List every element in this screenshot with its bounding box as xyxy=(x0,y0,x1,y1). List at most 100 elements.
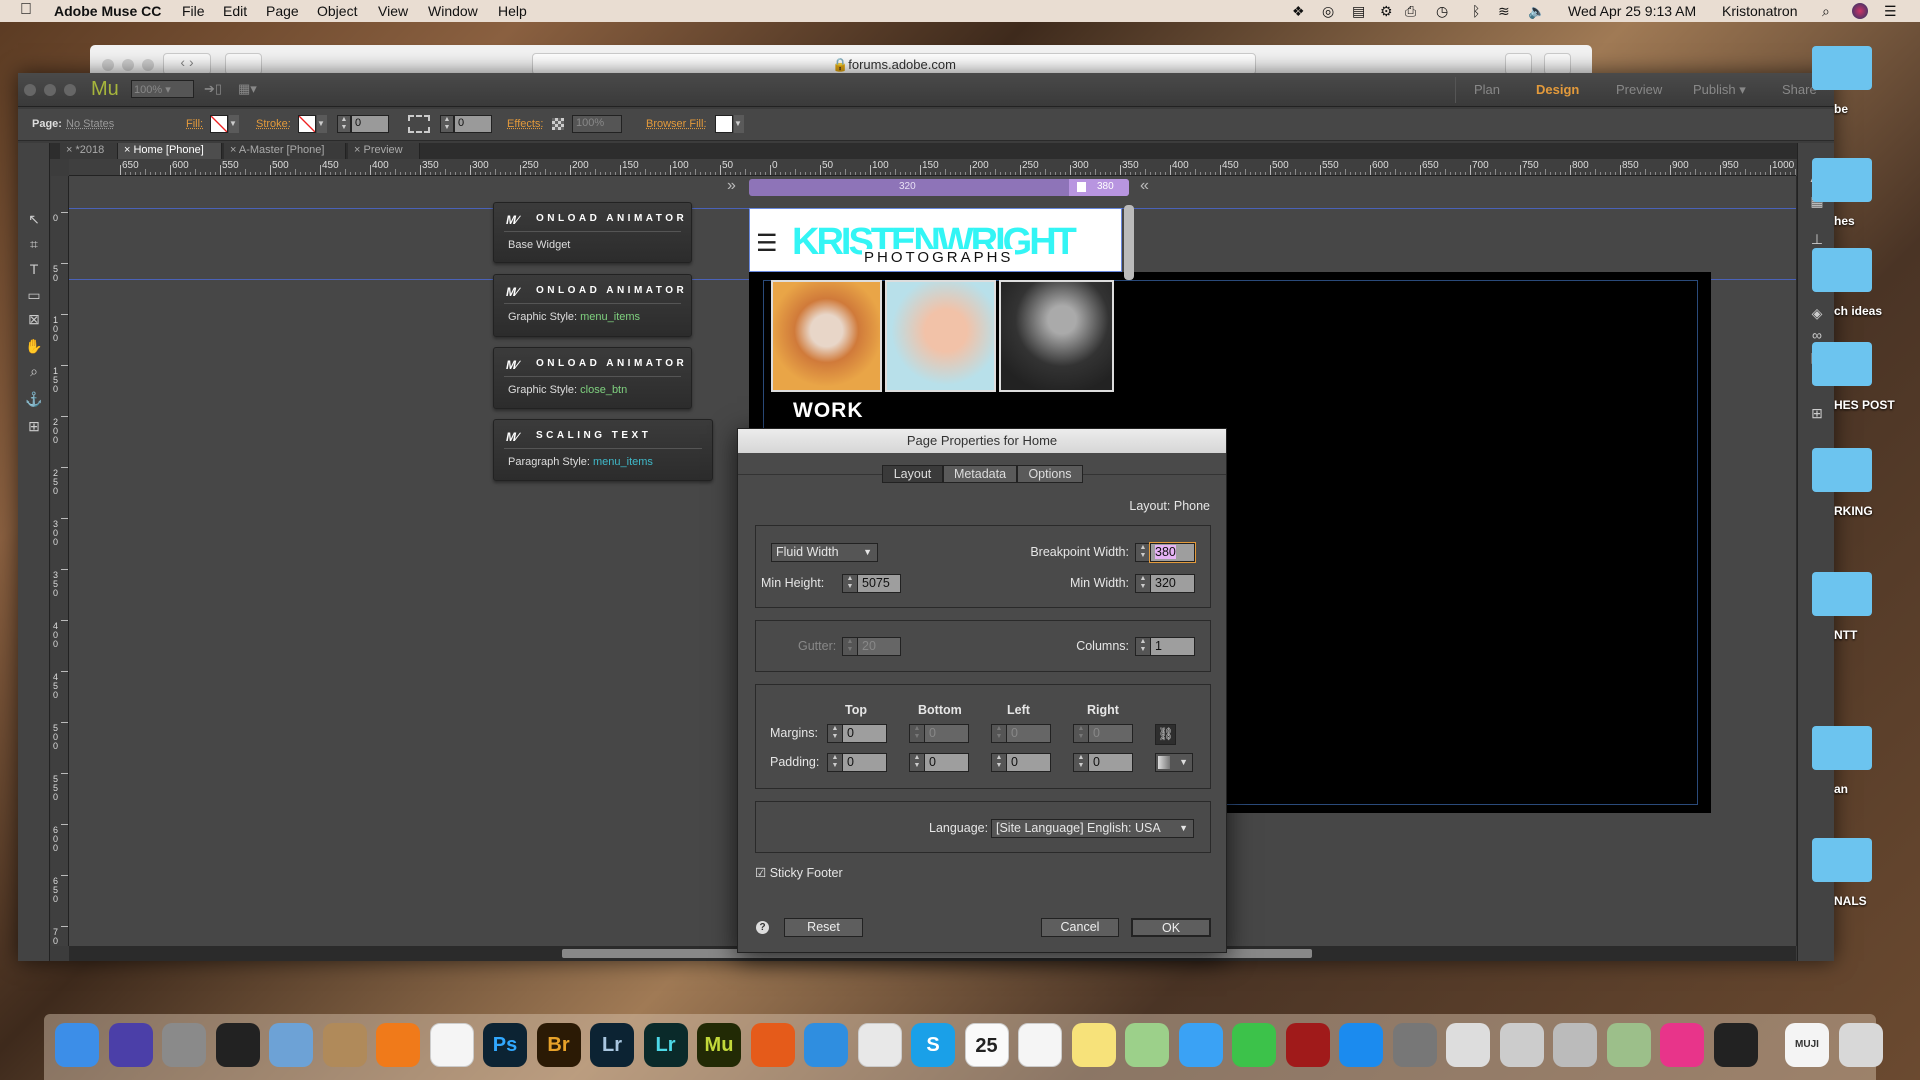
margins-top-stepper[interactable]: ▲ ▼ xyxy=(827,724,842,743)
close-button[interactable] xyxy=(24,84,36,96)
padding-right-input[interactable]: 0 xyxy=(1088,753,1133,772)
dock-activity-monitor-icon[interactable] xyxy=(215,1023,260,1067)
anchor-tool-icon[interactable]: ⚓ xyxy=(24,389,44,409)
menu-page[interactable]: Page xyxy=(266,3,299,19)
reset-button[interactable]: Reset xyxy=(784,918,863,937)
dock-skype-icon[interactable]: S xyxy=(911,1023,955,1067)
dock-ibooks-icon[interactable] xyxy=(376,1023,420,1067)
desktop-folder-label[interactable]: hes xyxy=(1834,214,1855,228)
work-image-1[interactable] xyxy=(771,280,882,392)
zoom-button[interactable] xyxy=(64,84,76,96)
rectangle-tool-icon[interactable]: ▭ xyxy=(24,285,44,305)
expand-right-icon[interactable]: « xyxy=(1140,177,1149,195)
image-frame-tool-icon[interactable]: ⊠ xyxy=(24,309,44,329)
tabs-button[interactable] xyxy=(1544,53,1571,75)
work-image-2[interactable] xyxy=(885,280,996,392)
back-forward-buttons[interactable]: ‹ › xyxy=(163,53,211,75)
widget-panel[interactable]: M∕ SCALING TEXT Paragraph Style: menu_item… xyxy=(493,419,713,481)
siri-icon[interactable] xyxy=(1852,3,1868,19)
minimize-button[interactable] xyxy=(122,59,134,71)
dock-photos-icon[interactable] xyxy=(429,1023,474,1067)
page-states[interactable]: No States xyxy=(66,118,114,130)
desktop-folder-label[interactable]: RKING xyxy=(1834,504,1873,518)
expand-left-icon[interactable]: » xyxy=(727,177,736,195)
creative-cloud-icon[interactable]: ◎ xyxy=(1322,3,1334,20)
close-button[interactable] xyxy=(102,59,114,71)
dropbox-icon[interactable]: ❖ xyxy=(1292,3,1305,20)
dock-preview-2-icon[interactable] xyxy=(1553,1023,1597,1067)
tab-preview[interactable]: × Preview xyxy=(348,143,420,159)
effects-label[interactable]: Effects: xyxy=(507,118,543,130)
bluetooth-icon[interactable]: ᛒ xyxy=(1472,3,1480,19)
browser-fill-swatch[interactable] xyxy=(715,115,733,133)
layout-icon[interactable]: ▦▾ xyxy=(238,81,257,97)
dock-launchpad-icon[interactable] xyxy=(162,1023,206,1067)
dock-scanner-icon[interactable] xyxy=(1713,1023,1758,1067)
browser-fill-label[interactable]: Browser Fill: xyxy=(646,118,707,130)
dock-messages-icon[interactable] xyxy=(1178,1023,1223,1067)
dock-calendar-icon[interactable]: 25 xyxy=(964,1023,1009,1067)
layers-icon[interactable]: ◈ xyxy=(1806,305,1828,325)
dock-muse-icon[interactable]: Mu xyxy=(697,1023,741,1067)
dock-preview-icon[interactable] xyxy=(269,1023,313,1067)
effects-icon[interactable] xyxy=(552,118,564,130)
dock-photo-booth-icon[interactable] xyxy=(1285,1023,1330,1067)
desktop-folder-label[interactable]: HES POST xyxy=(1834,398,1895,412)
widget-panel[interactable]: M∕ ONLOAD ANIMATOR Base Widget xyxy=(493,202,692,263)
gear-icon[interactable]: ⚙ xyxy=(1380,3,1393,20)
padding-bottom-stepper[interactable]: ▲ ▼ xyxy=(909,753,924,772)
corner-radius-input[interactable]: 0 xyxy=(454,115,492,133)
desktop-folder-icon[interactable] xyxy=(1812,248,1872,292)
widget-panel[interactable]: M∕ ONLOAD ANIMATOR Graphic Style: menu_ite… xyxy=(493,274,692,337)
apple-icon[interactable]:  xyxy=(20,1,32,19)
app-menu[interactable]: Adobe Muse CC xyxy=(54,3,161,19)
desktop-folder-icon[interactable] xyxy=(1812,726,1872,770)
dock-image-capture-icon[interactable] xyxy=(1606,1023,1651,1067)
mode-publish[interactable]: Publish ▾ xyxy=(1693,82,1746,98)
min-width-input[interactable]: 320 xyxy=(1150,574,1195,593)
widget-panel[interactable]: M∕ ONLOAD ANIMATOR Graphic Style: close_bt… xyxy=(493,347,692,409)
desktop-folder-icon[interactable] xyxy=(1812,342,1872,386)
padding-left-input[interactable]: 0 xyxy=(1006,753,1051,772)
dock-firefox-icon[interactable] xyxy=(750,1023,795,1067)
fill-label[interactable]: Fill: xyxy=(186,118,203,130)
columns-stepper[interactable]: ▲ ▼ xyxy=(1135,637,1150,656)
padding-left-stepper[interactable]: ▲ ▼ xyxy=(991,753,1006,772)
dock-safari-icon[interactable] xyxy=(804,1023,848,1067)
desktop-folder-icon[interactable] xyxy=(1812,572,1872,616)
tab-options[interactable]: Options xyxy=(1017,465,1083,483)
link-margins-icon[interactable]: ⛓ xyxy=(1155,724,1176,745)
notification-center-icon[interactable]: ☰ xyxy=(1884,3,1897,20)
minimize-button[interactable] xyxy=(44,84,56,96)
padding-bottom-input[interactable]: 0 xyxy=(924,753,969,772)
dock-photoshop-icon[interactable]: Ps xyxy=(483,1023,527,1067)
tab-home-phone[interactable]: × Home [Phone] xyxy=(118,143,222,159)
dock-scissors-app-icon[interactable] xyxy=(1499,1023,1544,1067)
widget-style-link[interactable]: close_btn xyxy=(580,384,627,396)
desktop-folder-label[interactable]: ch ideas xyxy=(1834,304,1882,318)
dock-imac-icon[interactable] xyxy=(1660,1023,1704,1067)
chevron-down-icon[interactable]: ▼ xyxy=(317,115,327,133)
padding-top-stepper[interactable]: ▲ ▼ xyxy=(827,753,842,772)
dock-lightroom-icon[interactable]: Lr xyxy=(643,1023,688,1067)
desktop-folder-icon[interactable] xyxy=(1812,838,1872,882)
spotlight-search-icon[interactable]: ⌕ xyxy=(1822,3,1830,20)
work-heading[interactable]: WORK xyxy=(793,399,864,423)
mode-plan[interactable]: Plan xyxy=(1474,82,1500,97)
printer-icon[interactable]: ⎙ xyxy=(1405,3,1416,20)
dock-reminders-icon[interactable] xyxy=(1018,1023,1062,1067)
breakpoint-handle[interactable]: 380 xyxy=(1069,179,1129,196)
margins-top-input[interactable]: 0 xyxy=(842,724,887,743)
work-image-3[interactable] xyxy=(999,280,1114,392)
widget-style-link[interactable]: menu_items xyxy=(593,456,653,468)
dock-chrome-icon[interactable] xyxy=(857,1023,902,1067)
dock-trash-icon[interactable] xyxy=(1838,1023,1883,1067)
page-height-handle[interactable] xyxy=(1124,205,1134,280)
dock-maps-icon[interactable] xyxy=(1125,1023,1169,1067)
sidebar-button[interactable] xyxy=(225,53,262,75)
menu-object[interactable]: Object xyxy=(317,3,357,19)
volume-icon[interactable]: 🔈 xyxy=(1528,3,1545,20)
sticky-footer-checkbox[interactable]: ☑ Sticky Footer xyxy=(755,865,843,880)
hand-tool-icon[interactable]: ✋ xyxy=(24,336,44,356)
desktop-folder-label[interactable]: be xyxy=(1834,102,1848,116)
